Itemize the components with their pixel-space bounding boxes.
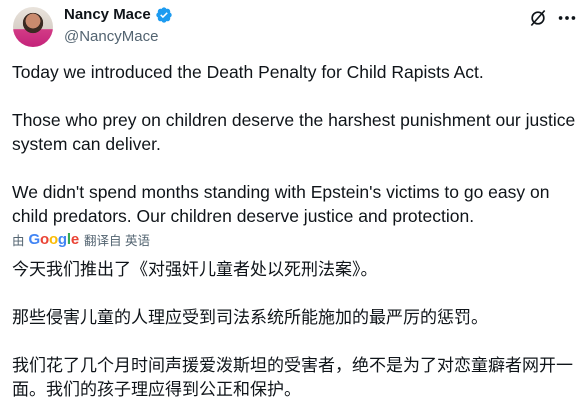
translated-text: 今天我们推出了《对强奸儿童者处以死刑法案》。 那些侵害儿童的人理应受到司法系统所… bbox=[12, 258, 577, 402]
translated-paragraph-1: 今天我们推出了《对强奸儿童者处以死刑法案》。 bbox=[12, 260, 378, 279]
tweet-paragraph-1: Today we introduced the Death Penalty fo… bbox=[12, 62, 484, 82]
translated-by-label: 由 bbox=[12, 234, 25, 248]
translated-paragraph-3: 我们花了几个月时间声援爱泼斯坦的受害者，绝不是为了对恋童癖者网开一面。我们的孩子… bbox=[12, 356, 573, 399]
google-logo: Google bbox=[28, 231, 80, 248]
tweet-paragraph-3: We didn't spend months standing with Eps… bbox=[12, 182, 550, 226]
name-row: Nancy Mace bbox=[64, 5, 173, 25]
tweet-text: Today we introduced the Death Penalty fo… bbox=[12, 60, 577, 228]
author-handle[interactable]: @NancyMace bbox=[64, 27, 173, 47]
tweet-paragraph-2: Those who prey on children deserve the h… bbox=[12, 110, 576, 154]
more-icon[interactable] bbox=[556, 8, 578, 28]
translation-attribution: 由 Google 翻译自 英语 bbox=[12, 230, 150, 249]
verified-badge-icon bbox=[156, 7, 172, 23]
translated-from-label[interactable]: 翻译自 英语 bbox=[84, 230, 150, 249]
author-name[interactable]: Nancy Mace bbox=[64, 5, 151, 25]
avatar[interactable] bbox=[13, 7, 53, 47]
grok-icon[interactable] bbox=[528, 8, 548, 28]
translated-paragraph-2: 那些侵害儿童的人理应受到司法系统所能施加的最严厉的惩罚。 bbox=[12, 308, 488, 327]
tweet-header: Nancy Mace @NancyMace bbox=[64, 5, 173, 47]
